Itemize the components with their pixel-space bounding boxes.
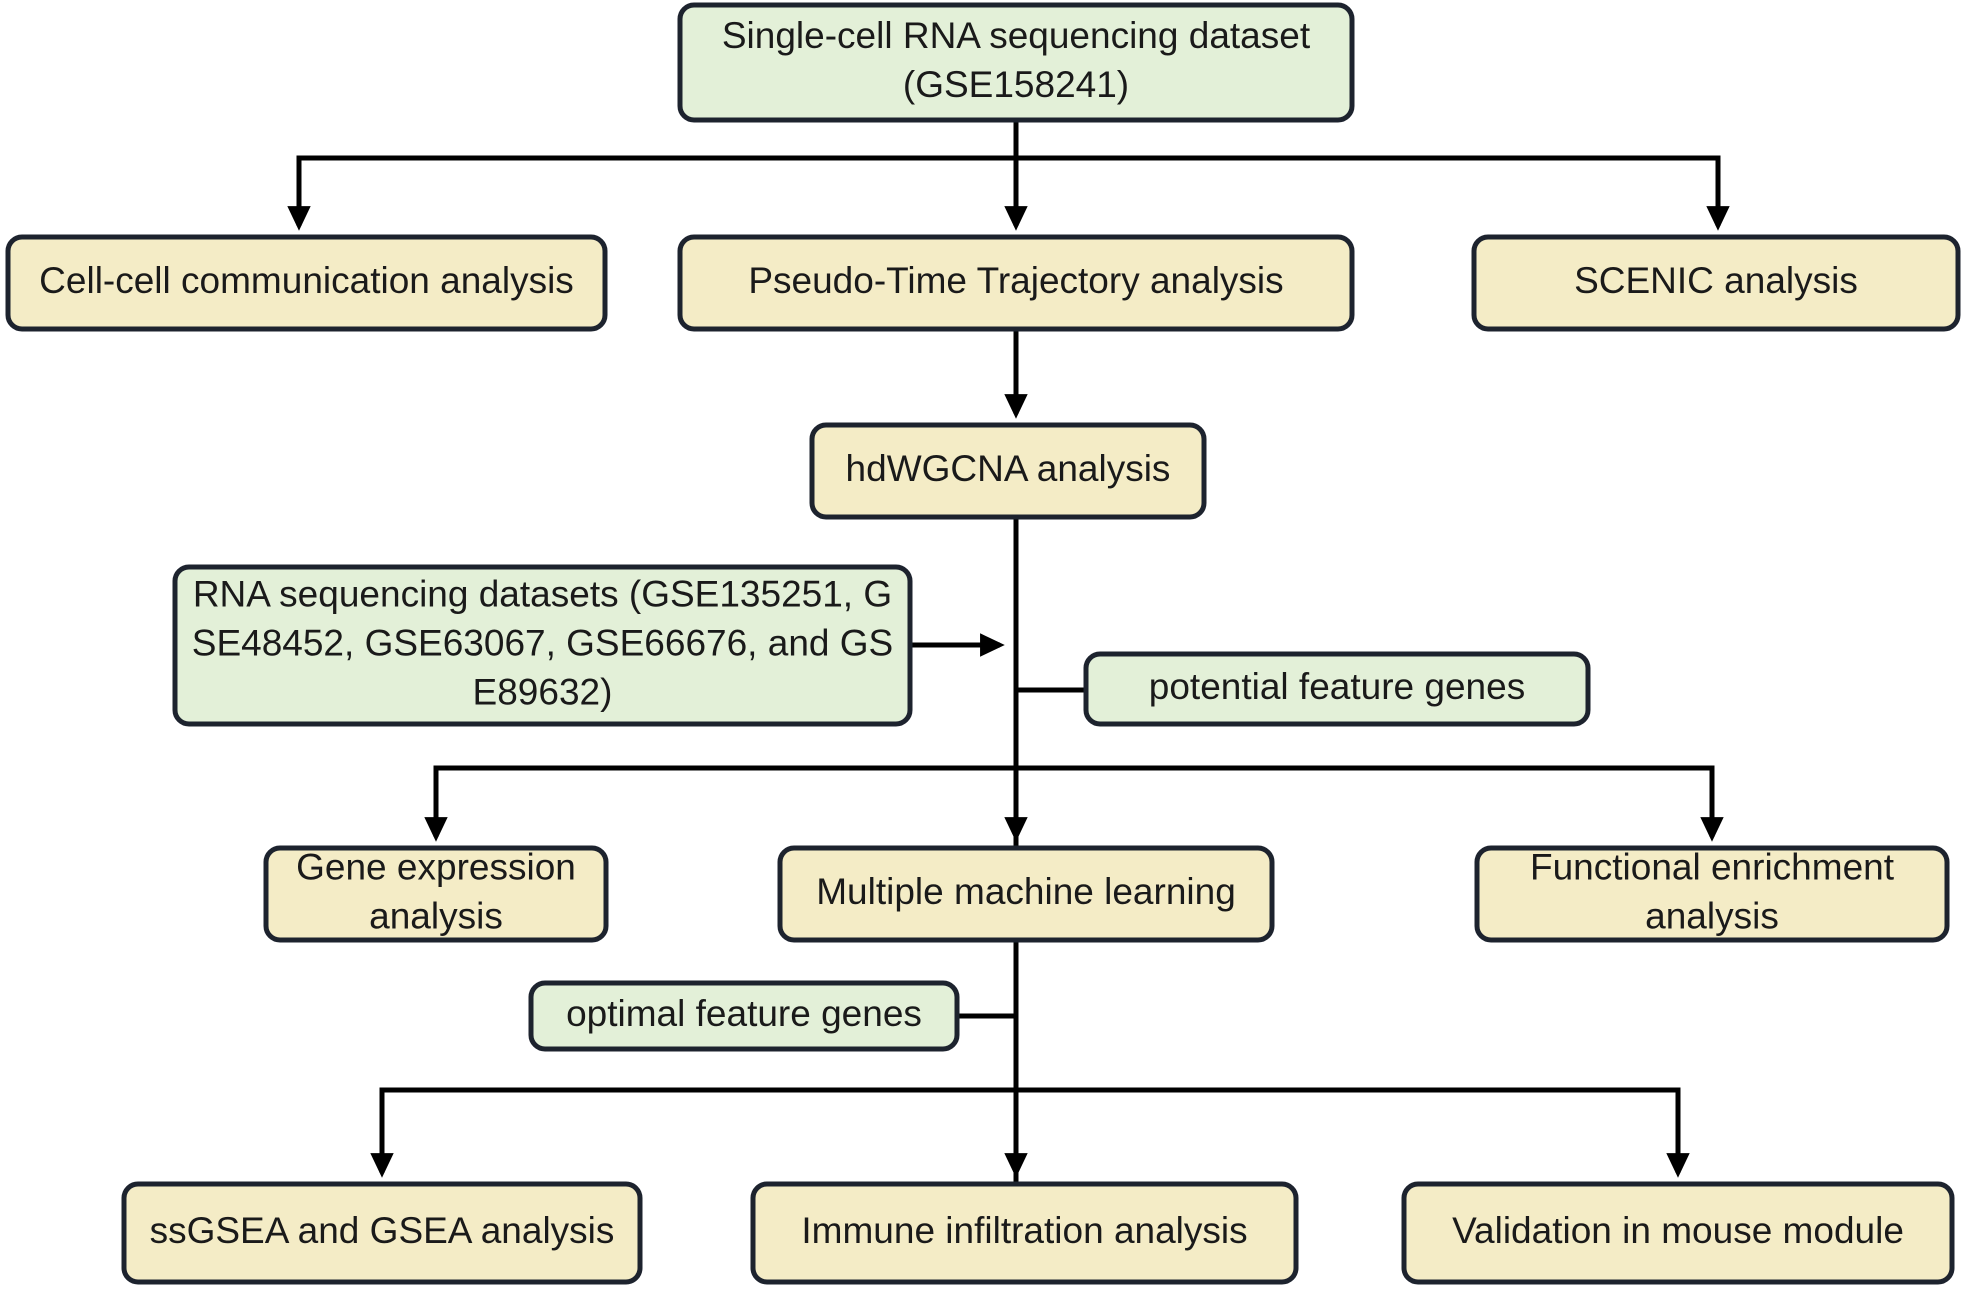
multiple-machine-learning-node[interactable]: Multiple machine learning xyxy=(777,845,1275,943)
gene-expression-analysis-node-label: Gene expression xyxy=(296,846,576,887)
single-cell-rna-dataset-node[interactable]: Single-cell RNA sequencing dataset (GSE15… xyxy=(677,2,1355,123)
edge-hub-to-functional-enrichment xyxy=(1016,765,1724,842)
edge-dataset-to-scenic xyxy=(1013,120,1730,231)
pseudo-time-trajectory-node-label: Pseudo-Time Trajectory analysis xyxy=(748,260,1283,301)
potential-feature-genes-node-label: potential feature genes xyxy=(1149,666,1525,707)
functional-enrichment-analysis-node-label: analysis xyxy=(1645,895,1779,936)
flowchart-canvas: Single-cell RNA sequencing dataset (GSE15… xyxy=(0,0,1965,1292)
immune-infiltration-analysis-node[interactable]: Immune infiltration analysis xyxy=(750,1181,1299,1285)
hdwgcna-analysis-node[interactable]: hdWGCNA analysis xyxy=(809,422,1207,520)
scenic-analysis-node-label: SCENIC analysis xyxy=(1574,260,1858,301)
flowchart-svg: Single-cell RNA sequencing dataset (GSE15… xyxy=(5,2,1961,1285)
single-cell-rna-dataset-node-label: (GSE158241) xyxy=(903,64,1129,105)
edge-trunk-to-ssgsea xyxy=(370,1087,1016,1178)
ssgsea-and-gsea-analysis-node-label: ssGSEA and GSEA analysis xyxy=(150,1210,615,1251)
optimal-feature-genes-node[interactable]: optimal feature genes xyxy=(528,980,960,1052)
gene-expression-analysis-node-label: analysis xyxy=(369,895,503,936)
rna-sequencing-datasets-node[interactable]: RNA sequencing datasets (GSE135251, G SE4… xyxy=(172,564,913,727)
cell-cell-communication-node[interactable]: Cell-cell communication analysis xyxy=(5,234,608,332)
edge-trunk-to-validation xyxy=(1016,1087,1690,1178)
rna-sequencing-datasets-node-label: E89632) xyxy=(473,671,613,712)
edge-hub-to-gene-expression xyxy=(424,765,1016,842)
single-cell-rna-dataset-node-label: Single-cell RNA sequencing dataset xyxy=(722,15,1311,56)
ssgsea-and-gsea-analysis-node[interactable]: ssGSEA and GSEA analysis xyxy=(121,1181,643,1285)
rna-sequencing-datasets-node-label: RNA sequencing datasets (GSE135251, G xyxy=(193,573,892,614)
multiple-machine-learning-node-label: Multiple machine learning xyxy=(816,871,1236,912)
validation-in-mouse-module-node-label: Validation in mouse module xyxy=(1452,1210,1904,1251)
gene-expression-analysis-node[interactable]: Gene expression analysis xyxy=(263,845,609,943)
scenic-analysis-node[interactable]: SCENIC analysis xyxy=(1471,234,1961,332)
immune-infiltration-analysis-node-label: Immune infiltration analysis xyxy=(801,1210,1247,1251)
functional-enrichment-analysis-node[interactable]: Functional enrichment analysis xyxy=(1474,845,1950,943)
hdwgcna-analysis-node-label: hdWGCNA analysis xyxy=(846,448,1171,489)
optimal-feature-genes-node-label: optimal feature genes xyxy=(566,993,922,1034)
rna-sequencing-datasets-node-label: SE48452, GSE63067, GSE66676, and GS xyxy=(192,622,893,663)
functional-enrichment-analysis-node-label: Functional enrichment xyxy=(1530,846,1895,887)
validation-in-mouse-module-node[interactable]: Validation in mouse module xyxy=(1401,1181,1955,1285)
edge-dataset-to-cellcell xyxy=(287,120,1019,231)
potential-feature-genes-node[interactable]: potential feature genes xyxy=(1083,651,1591,727)
cell-cell-communication-node-label: Cell-cell communication analysis xyxy=(39,260,574,301)
pseudo-time-trajectory-node[interactable]: Pseudo-Time Trajectory analysis xyxy=(677,234,1355,332)
